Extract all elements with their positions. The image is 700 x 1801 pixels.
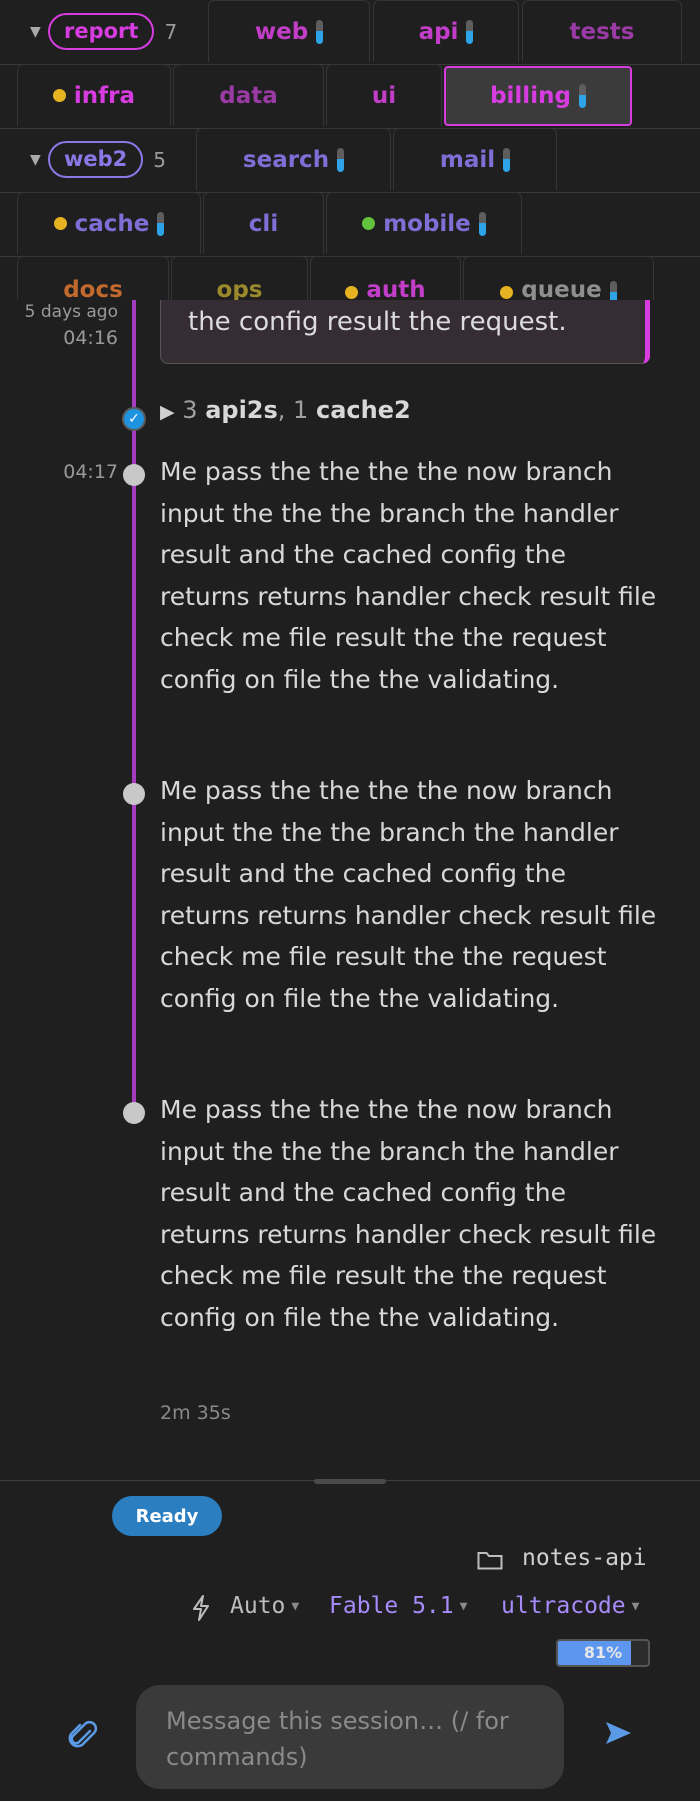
status-dot-icon xyxy=(53,217,67,230)
activity-indicator-icon xyxy=(478,211,486,236)
tab-row: ▼ web2 5 search mail xyxy=(0,128,700,193)
lightning-icon xyxy=(193,1595,209,1621)
tab-label: mail xyxy=(439,146,496,173)
tab-label: data xyxy=(219,82,278,109)
context-usage-meter: 81% xyxy=(556,1639,650,1667)
profile-select[interactable]: ultracode ▼ xyxy=(501,1593,639,1619)
tool-count-1: 3 xyxy=(182,396,198,424)
group-pill: report xyxy=(48,13,155,50)
tab-label: cli xyxy=(248,210,279,237)
activity-indicator-icon xyxy=(609,281,617,300)
tab-data[interactable]: data xyxy=(173,64,324,126)
tool-count-2: 1 xyxy=(293,396,309,424)
tab-auth[interactable]: auth xyxy=(310,256,461,300)
tab-label: cache xyxy=(74,210,150,237)
tab-cache[interactable]: cache xyxy=(17,192,201,254)
mode-select[interactable]: Auto ▼ xyxy=(230,1593,299,1619)
status-dot-icon xyxy=(345,286,359,299)
tab-label: tests xyxy=(569,18,635,45)
group-count: 5 xyxy=(153,147,167,172)
status-dot-icon xyxy=(52,89,66,102)
message-time: 04:17 xyxy=(63,461,118,483)
dropdown-arrow-icon: ▼ xyxy=(631,1598,640,1614)
tab-billing[interactable]: billing xyxy=(444,66,632,126)
tab-row: docs ops auth queue xyxy=(0,256,700,300)
tab-row: cache cli mobile xyxy=(0,192,700,257)
tab-label: ui xyxy=(371,82,397,109)
assistant-message: Me pass the the the the now branch input… xyxy=(160,776,657,1013)
expand-triangle-icon: ▶ xyxy=(160,401,175,423)
assistant-message: Me pass the the the the now branch input… xyxy=(160,457,657,694)
context-usage-label: 81% xyxy=(583,1643,623,1662)
activity-indicator-icon xyxy=(337,147,345,172)
tab-row: infra data ui billing xyxy=(0,64,700,129)
tool-done-check-icon: ✓ xyxy=(122,407,146,431)
status-dot-icon xyxy=(500,286,514,299)
activity-indicator-icon xyxy=(316,19,324,44)
tab-mail[interactable]: mail xyxy=(393,128,557,190)
tab-row: ▼ report 7 web api tests xyxy=(0,0,700,65)
group-count: 7 xyxy=(164,19,178,44)
previous-time: 04:16 xyxy=(63,327,118,349)
timeline-node xyxy=(123,1102,145,1124)
tab-group-web2[interactable]: ▼ web2 5 xyxy=(30,141,166,178)
tool-summary-toggle[interactable]: ▶ 3 api2s, 1 cache2 xyxy=(160,396,411,424)
status-badge: Ready xyxy=(112,1496,222,1536)
timeline-node xyxy=(123,464,145,486)
tab-tests[interactable]: tests xyxy=(522,0,682,62)
folder-icon xyxy=(477,1552,503,1570)
paperclip-icon[interactable] xyxy=(68,1719,98,1753)
composer-panel: Ready notes-api Auto ▼ Fable 5.1 ▼ ultraco… xyxy=(0,1479,700,1801)
tab-cli[interactable]: cli xyxy=(203,192,324,254)
tab-label: mobile xyxy=(383,210,471,237)
tab-mobile[interactable]: mobile xyxy=(326,192,522,254)
mode-label: Auto xyxy=(230,1593,286,1619)
activity-indicator-icon xyxy=(578,84,586,108)
tab-label: search xyxy=(242,146,330,173)
tab-queue[interactable]: queue xyxy=(463,256,654,300)
dropdown-arrow-icon: ▼ xyxy=(291,1598,300,1614)
tool-name-2: cache2 xyxy=(315,396,411,424)
project-name[interactable]: notes-api xyxy=(522,1545,647,1571)
previous-relative-time: 5 days ago xyxy=(24,302,118,322)
send-icon[interactable] xyxy=(604,1719,632,1747)
tab-label: auth xyxy=(366,277,426,300)
status-dot-icon xyxy=(362,217,376,230)
turn-duration: 2m 35s xyxy=(160,1402,231,1424)
tool-name-1: api2s xyxy=(205,396,278,424)
tab-api[interactable]: api xyxy=(373,0,519,62)
tab-label: queue xyxy=(521,277,602,300)
tab-ui[interactable]: ui xyxy=(326,64,442,126)
session-tab-bar: ▼ report 7 web api tests infra data ui b… xyxy=(0,0,700,300)
activity-indicator-icon xyxy=(466,19,474,44)
tab-label: infra xyxy=(73,82,136,109)
collapse-caret-icon: ▼ xyxy=(30,151,41,168)
tab-infra[interactable]: infra xyxy=(17,64,171,126)
tab-ops[interactable]: ops xyxy=(171,256,308,300)
tab-group-report[interactable]: ▼ report 7 xyxy=(30,13,177,50)
model-select[interactable]: Fable 5.1 ▼ xyxy=(329,1593,467,1619)
previous-message-text: the config result the request. xyxy=(188,307,567,337)
message-input[interactable]: Message this session… (/ for commands) xyxy=(136,1685,564,1789)
tab-label: api xyxy=(418,18,459,45)
tab-label: ops xyxy=(216,277,263,300)
dropdown-arrow-icon: ▼ xyxy=(459,1598,468,1614)
tab-label: billing xyxy=(490,83,571,109)
tab-web[interactable]: web xyxy=(208,0,370,62)
timeline-node xyxy=(123,783,145,805)
tab-docs[interactable]: docs xyxy=(17,256,169,300)
activity-indicator-icon xyxy=(157,211,165,236)
activity-indicator-icon xyxy=(503,147,511,172)
tab-label: docs xyxy=(63,277,123,300)
tab-search[interactable]: search xyxy=(196,128,391,190)
message-placeholder: Message this session… (/ for commands) xyxy=(166,1707,509,1771)
tab-label: web xyxy=(254,18,309,45)
assistant-message: Me pass the the the the now branch input… xyxy=(160,1095,657,1332)
profile-label: ultracode xyxy=(501,1593,626,1619)
model-label: Fable 5.1 xyxy=(329,1593,454,1619)
collapse-caret-icon: ▼ xyxy=(30,23,41,40)
group-pill: web2 xyxy=(48,141,144,178)
